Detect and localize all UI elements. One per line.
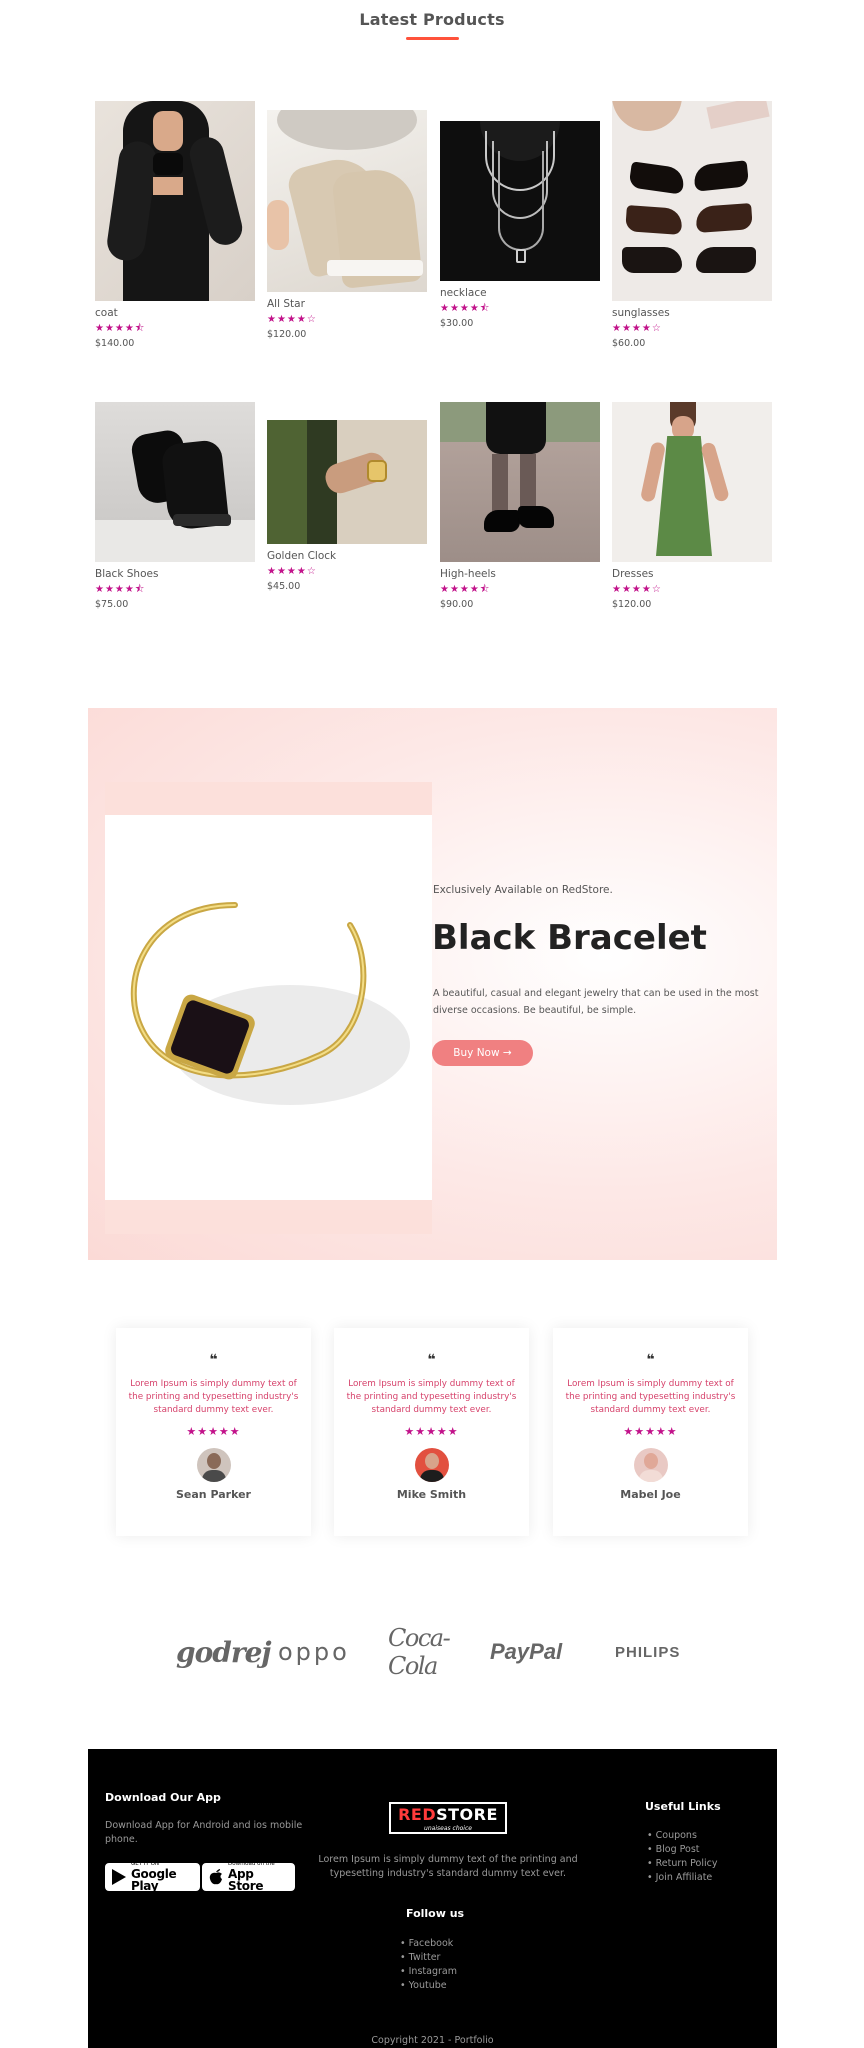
rating-stars: ★★★★★ [404, 1425, 459, 1438]
social-link-facebook[interactable]: Facebook [400, 1937, 457, 1951]
social-links-list: Facebook Twitter Instagram Youtube [400, 1937, 457, 1993]
rating-stars: ★★★★★ [623, 1425, 678, 1438]
product-image-coat[interactable] [95, 101, 255, 301]
brand-logo-coca-cola: Coca-Cola [388, 1624, 451, 1680]
offer-availability-text: Exclusively Available on RedStore. [433, 884, 613, 896]
product-card[interactable]: coat ★★★★⯪ $140.00 [95, 101, 255, 349]
rating-stars: ★★★★☆ [612, 323, 662, 334]
rating-stars: ★★★★☆ [267, 314, 317, 325]
product-image-golden-clock[interactable] [267, 420, 427, 544]
rating-stars: ★★★★⯪ [440, 584, 491, 595]
product-name[interactable]: Black Shoes [95, 568, 255, 581]
logo-tagline: unaiseas choice [424, 1825, 472, 1832]
product-price: $120.00 [267, 329, 307, 340]
product-name[interactable]: All Star [267, 298, 427, 311]
testimonial-text: Lorem Ipsum is simply dummy text of the … [128, 1379, 299, 1415]
rating-stars: ★★★★⯪ [95, 323, 146, 334]
rating-stars: ★★★★☆ [612, 584, 662, 595]
avatar [414, 1448, 449, 1482]
product-card[interactable]: Golden Clock ★★★★☆ $45.00 [267, 420, 427, 592]
avatar [633, 1448, 668, 1482]
useful-link-join-affiliate[interactable]: Join Affiliate [647, 1871, 718, 1885]
testimonial-text: Lorem Ipsum is simply dummy text of the … [565, 1379, 736, 1415]
app-store-text: App Store [228, 1866, 264, 1893]
logo-white-text: STORE [436, 1805, 498, 1824]
product-price: $60.00 [612, 338, 646, 349]
product-image-black-shoes[interactable] [95, 402, 255, 562]
rating-stars: ★★★★⯪ [440, 303, 491, 314]
testimonial-card: ❝ Lorem Ipsum is simply dummy text of th… [553, 1328, 748, 1536]
testimonial-name: Sean Parker [176, 1488, 251, 1501]
download-app-title: Download Our App [105, 1791, 221, 1804]
brand-logo-philips: PHILIPS [615, 1643, 681, 1661]
social-link-twitter[interactable]: Twitter [400, 1951, 457, 1965]
product-name[interactable]: sunglasses [612, 307, 772, 320]
product-name[interactable]: Golden Clock [267, 550, 427, 563]
useful-link-coupons[interactable]: Coupons [647, 1829, 718, 1843]
product-name[interactable]: High-heels [440, 568, 600, 581]
product-card[interactable]: High-heels ★★★★⯪ $90.00 [440, 402, 600, 610]
bracelet-illustration [130, 902, 410, 1105]
copyright-text: Copyright 2021 - Portfolio [371, 2035, 494, 2046]
download-app-text: Download App for Android and ios mobile … [105, 1820, 303, 1845]
brand-logo-paypal: PayPal [490, 1639, 563, 1664]
avatar [196, 1448, 231, 1482]
offer-title: Black Bracelet [432, 918, 707, 958]
offer-description: A beautiful, casual and elegant jewelry … [433, 988, 759, 1016]
product-price: $140.00 [95, 338, 135, 349]
footer-about-text: Lorem Ipsum is simply dummy text of the … [318, 1854, 578, 1879]
quote-icon: ❝ [427, 1352, 436, 1368]
brand-logo-oppo: oppo [278, 1638, 350, 1666]
product-image-sunglasses[interactable] [612, 101, 772, 301]
product-card[interactable]: sunglasses ★★★★☆ $60.00 [612, 101, 772, 349]
social-link-youtube[interactable]: Youtube [400, 1979, 457, 1993]
rating-stars: ★★★★★ [186, 1425, 241, 1438]
offer-image-bracelet [105, 815, 432, 1200]
testimonial-name: Mike Smith [396, 1488, 467, 1501]
product-card[interactable]: necklace ★★★★⯪ $30.00 [440, 121, 600, 329]
product-price: $30.00 [440, 318, 474, 329]
product-name[interactable]: necklace [440, 287, 600, 300]
google-play-text: Google Play [131, 1866, 177, 1893]
product-price: $75.00 [95, 599, 129, 610]
useful-links-title: Useful Links [645, 1800, 721, 1813]
testimonial-name: Mabel Joe [620, 1488, 681, 1501]
product-card[interactable]: Dresses ★★★★☆ $120.00 [612, 402, 772, 610]
product-image-dresses[interactable] [612, 402, 772, 562]
testimonial-card: ❝ Lorem Ipsum is simply dummy text of th… [116, 1328, 311, 1536]
apple-icon [208, 1868, 224, 1886]
product-price: $45.00 [267, 581, 301, 592]
app-store-button[interactable]: Download on the App Store [202, 1862, 295, 1893]
product-name[interactable]: Dresses [612, 568, 772, 581]
product-image-high-heels[interactable] [440, 402, 600, 562]
product-image-necklace[interactable] [440, 121, 600, 281]
latest-products-title: Latest Products [359, 10, 505, 29]
logo-red-text: RED [398, 1805, 437, 1824]
redstore-logo[interactable]: REDSTORE unaiseas choice [389, 1802, 507, 1834]
testimonial-text: Lorem Ipsum is simply dummy text of the … [346, 1379, 517, 1415]
product-price: $120.00 [612, 599, 652, 610]
brand-logo-godrej: godrej [176, 1635, 272, 1669]
useful-link-blog-post[interactable]: Blog Post [647, 1843, 718, 1857]
useful-links-list: Coupons Blog Post Return Policy Join Aff… [647, 1829, 718, 1885]
buy-now-button[interactable]: Buy Now → [432, 1040, 533, 1066]
rating-stars: ★★★★⯪ [95, 584, 146, 595]
product-card[interactable]: Black Shoes ★★★★⯪ $75.00 [95, 402, 255, 610]
product-price: $90.00 [440, 599, 474, 610]
quote-icon: ❝ [646, 1352, 655, 1368]
testimonial-card: ❝ Lorem Ipsum is simply dummy text of th… [334, 1328, 529, 1536]
social-link-instagram[interactable]: Instagram [400, 1965, 457, 1979]
follow-us-title: Follow us [406, 1907, 465, 1920]
product-name[interactable]: coat [95, 307, 255, 320]
useful-link-return-policy[interactable]: Return Policy [647, 1857, 718, 1871]
quote-icon: ❝ [209, 1352, 218, 1368]
product-card[interactable]: All Star ★★★★☆ $120.00 [267, 110, 427, 340]
title-underline [406, 37, 459, 40]
product-image-all-star[interactable] [267, 110, 427, 292]
google-play-button[interactable]: GET IT ON Google Play [105, 1862, 200, 1893]
rating-stars: ★★★★☆ [267, 566, 317, 577]
google-play-icon [111, 1868, 127, 1886]
